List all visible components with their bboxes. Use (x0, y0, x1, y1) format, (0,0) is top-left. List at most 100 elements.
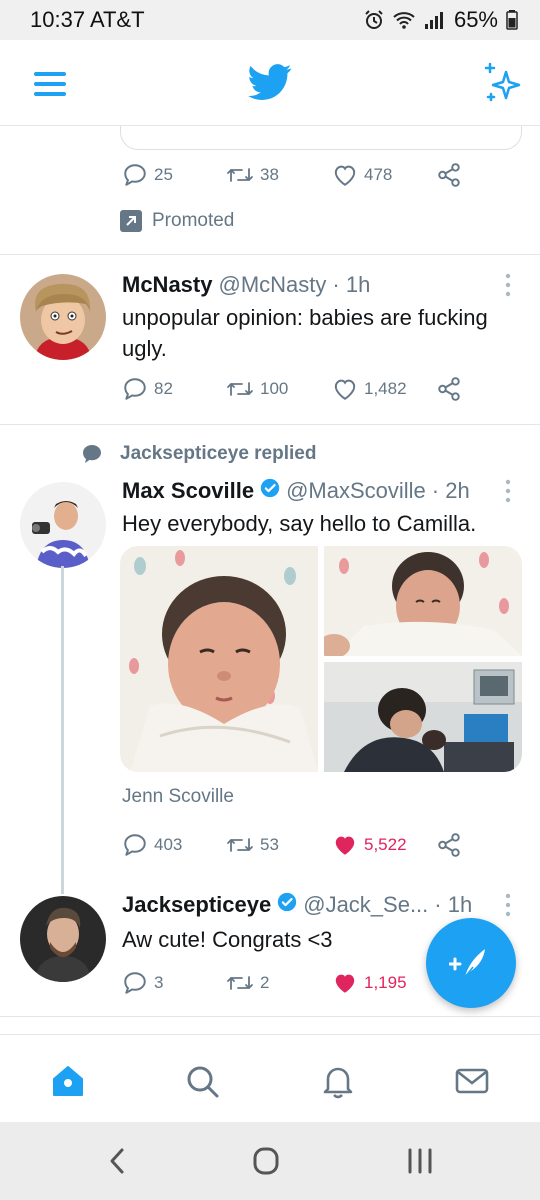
tweet-actions: 82 100 1,482 (0, 376, 540, 406)
like-count: 478 (364, 165, 393, 184)
status-time-carrier: 10:37 AT&T (30, 7, 145, 32)
home-circle-icon[interactable] (246, 1146, 286, 1176)
top-app-bar (0, 40, 540, 126)
reply-icon (124, 378, 146, 400)
retweet-icon (227, 838, 253, 852)
like-button[interactable]: 5,522 (332, 832, 407, 858)
retweet-icon (227, 382, 253, 396)
user-handle[interactable]: @McNasty (218, 272, 326, 298)
tweet-text: Hey everybody, say hello to Camilla. (122, 511, 477, 536)
reply-button[interactable]: 25 (122, 162, 173, 188)
promoted-arrow-icon (120, 210, 142, 232)
home-icon[interactable] (48, 1061, 88, 1101)
retweet-count: 38 (260, 165, 279, 184)
wifi-icon (393, 12, 415, 29)
reply-button[interactable]: 403 (122, 832, 182, 858)
reply-count: 82 (154, 379, 173, 398)
status-bar: 10:37 AT&T 65% (0, 0, 540, 40)
bell-icon[interactable] (318, 1061, 358, 1101)
battery-icon (506, 10, 518, 30)
tweet-header: McNasty @McNasty · 1h (122, 272, 370, 298)
compose-tweet-button[interactable] (426, 918, 516, 1008)
display-name[interactable]: McNasty (122, 272, 212, 298)
photo-hospital-parents[interactable] (324, 662, 522, 772)
envelope-icon[interactable] (452, 1061, 492, 1101)
like-button[interactable]: 1,482 (332, 376, 407, 402)
avatar-mcnasty[interactable] (20, 274, 106, 360)
alarm-icon (365, 10, 383, 29)
timeline-feed[interactable]: 25 38 478 Promoted McNasty @McNasty · 1h… (0, 126, 540, 1034)
tagged-user[interactable]: Jenn Scoville (122, 786, 234, 808)
compose-tweet-icon (449, 949, 485, 978)
tweet-time: · 2h (431, 478, 470, 503)
verified-badge-icon (278, 892, 297, 912)
sparkle-icon[interactable] (482, 60, 522, 104)
avatar-max-scoville[interactable] (20, 482, 106, 568)
reply-count: 3 (154, 973, 164, 992)
divider (0, 424, 540, 425)
display-name[interactable]: Max Scoville (122, 478, 254, 504)
retweet-count: 2 (260, 973, 270, 992)
reply-icon (124, 834, 146, 856)
reply-icon (124, 972, 146, 994)
bottom-navigation (0, 1034, 540, 1122)
tweet-media-grid[interactable] (120, 546, 522, 772)
promoted-text: Promoted (152, 210, 235, 231)
user-handle[interactable]: @Jack_Se... (303, 892, 428, 918)
share-button[interactable] (436, 832, 462, 858)
heart-icon (334, 165, 356, 186)
display-name[interactable]: Jacksepticeye (122, 892, 271, 918)
retweet-icon (227, 976, 253, 990)
like-count: 5,522 (364, 835, 407, 854)
like-button[interactable]: 478 (332, 162, 392, 188)
share-button[interactable] (436, 376, 462, 402)
search-icon[interactable] (182, 1061, 222, 1101)
retweet-button[interactable]: 38 (226, 162, 279, 188)
reply-count: 403 (154, 835, 183, 854)
verified-badge-icon (260, 478, 280, 498)
social-context-text[interactable]: Jacksepticeye replied (120, 443, 316, 465)
retweet-count: 53 (260, 835, 279, 854)
heart-filled-icon (335, 974, 355, 993)
promoted-label: Promoted (120, 210, 234, 232)
share-icon (438, 833, 460, 857)
recent-apps-icon[interactable] (400, 1146, 440, 1176)
hamburger-menu-icon[interactable] (30, 64, 70, 104)
reply-button[interactable]: 3 (122, 970, 163, 996)
retweet-count: 100 (260, 379, 289, 398)
social-context: Jacksepticeye replied (80, 442, 316, 466)
more-options-icon[interactable] (500, 478, 516, 504)
promoted-tweet-actions: 25 38 478 (0, 162, 540, 192)
photo-newborn-wrapped[interactable] (318, 546, 522, 658)
reply-count: 25 (154, 165, 173, 184)
like-count: 1,195 (364, 973, 407, 992)
tweet-header: Jacksepticeye @Jack_Se... · 1h (122, 892, 472, 918)
more-options-icon[interactable] (500, 892, 516, 918)
tweet-time: · 1h (332, 272, 371, 297)
user-handle[interactable]: @MaxScoville (286, 478, 426, 504)
system-navigation-bar (0, 1122, 540, 1200)
share-icon (438, 377, 460, 401)
back-icon[interactable] (98, 1146, 138, 1176)
like-count: 1,482 (364, 379, 407, 398)
reply-bubble-icon (83, 445, 101, 463)
like-button[interactable]: 1,195 (332, 970, 407, 996)
retweet-button[interactable]: 2 (226, 970, 269, 996)
retweet-button[interactable]: 53 (226, 832, 279, 858)
tweet-actions: 403 53 5,522 (0, 832, 540, 862)
tweet-time: · 1h (434, 892, 473, 917)
heart-icon (334, 379, 356, 400)
twitter-bird-icon[interactable] (248, 60, 292, 104)
share-button[interactable] (436, 162, 462, 188)
tweet-text: unpopular opinion: babies are fucking ug… (122, 305, 488, 361)
reply-icon (124, 164, 146, 186)
divider (0, 1016, 540, 1017)
more-options-icon[interactable] (500, 272, 516, 298)
reply-button[interactable]: 82 (122, 376, 173, 402)
heart-filled-icon (335, 836, 355, 855)
promoted-card-preview[interactable] (120, 126, 522, 150)
battery-percent: 65% (453, 7, 498, 32)
photo-newborn-closeup[interactable] (120, 546, 318, 772)
retweet-icon (227, 168, 253, 182)
retweet-button[interactable]: 100 (226, 376, 288, 402)
